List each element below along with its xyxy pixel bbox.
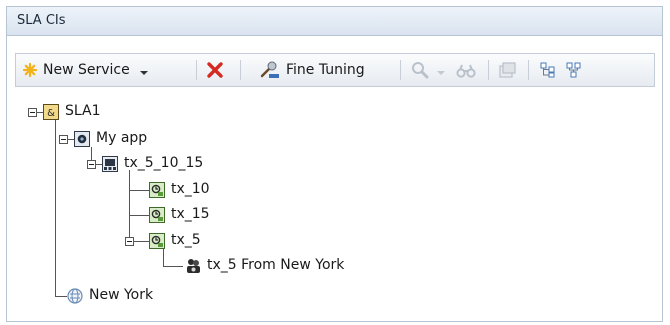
tree-node-label: New York [89, 287, 154, 303]
delete-button[interactable] [206, 54, 224, 86]
tree-node-label: tx_5_10_15 [124, 155, 204, 171]
binoculars-icon [456, 61, 476, 79]
business-app-icon [74, 131, 90, 147]
zoom-icon [411, 61, 429, 79]
location-transaction-icon [185, 258, 201, 274]
transaction-icon [149, 182, 165, 198]
tree-connector [129, 215, 149, 216]
tree-node-label: tx_5 [171, 232, 201, 248]
toolbar-separator [528, 60, 529, 80]
toolbar-separator [240, 60, 241, 80]
new-star-icon [22, 62, 38, 78]
sla-icon: & [43, 104, 59, 120]
transaction-icon [149, 233, 165, 249]
svg-text:&: & [47, 108, 55, 119]
toolbar: New Service Fine Tuning [15, 53, 655, 87]
tree-connector [55, 296, 67, 297]
transaction-group-icon [102, 156, 118, 172]
location-globe-icon [67, 288, 83, 304]
find-button[interactable] [456, 54, 476, 86]
tree-connector [163, 249, 164, 266]
new-service-button[interactable]: New Service [22, 54, 148, 86]
collapse-tree-icon [566, 62, 582, 78]
collapse-expander[interactable] [87, 160, 96, 169]
collapse-expander[interactable] [59, 135, 68, 144]
sla-cis-panel: SLA CIs New Service Fine Tuning & SLA1 M… [6, 6, 663, 322]
transaction-icon [149, 207, 165, 223]
tree-connector [163, 266, 183, 267]
dropdown-arrow-icon[interactable] [437, 66, 445, 75]
new-service-label: New Service [43, 62, 130, 78]
zoom-button[interactable] [411, 54, 445, 86]
collapse-expander[interactable] [125, 237, 134, 246]
panel-header: SLA CIs [7, 7, 662, 36]
dropdown-arrow-icon[interactable] [139, 66, 148, 75]
fine-tuning-label: Fine Tuning [286, 62, 365, 78]
collapse-expander[interactable] [28, 108, 37, 117]
toolbar-separator [196, 60, 197, 80]
tree-connector [134, 241, 149, 242]
tree-node-label: tx_5 From New York [207, 257, 345, 273]
toolbar-separator [400, 60, 401, 80]
tree-connector [55, 120, 56, 296]
tree-node-label: tx_10 [171, 181, 210, 197]
tree-node-label: tx_15 [171, 206, 210, 222]
collapse-tree-button[interactable] [566, 54, 582, 86]
tree-connector [129, 170, 130, 241]
expand-tree-icon [540, 62, 556, 78]
properties-icon [498, 61, 516, 79]
toolbar-separator [488, 60, 489, 80]
tree-connector [129, 190, 149, 191]
delete-x-icon [206, 61, 224, 79]
tree-node-label: My app [96, 130, 148, 146]
fine-tuning-button[interactable]: Fine Tuning [260, 54, 365, 86]
fine-tuning-icon [260, 61, 280, 79]
expand-tree-button[interactable] [540, 54, 556, 86]
tree-node-label: SLA1 [65, 103, 101, 119]
panel-title: SLA CIs [17, 13, 66, 28]
properties-button[interactable] [498, 54, 516, 86]
